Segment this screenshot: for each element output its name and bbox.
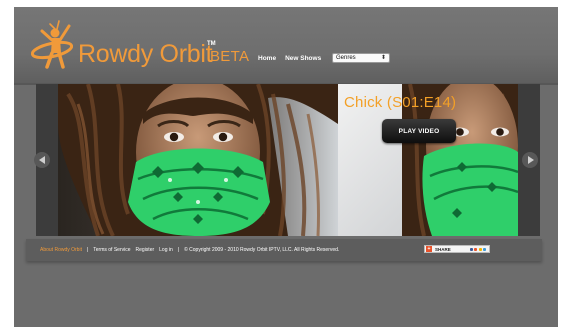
footer-separator: | [86, 247, 89, 253]
share-label: SHARE [435, 246, 451, 252]
play-video-button[interactable]: PLAY VIDEO [382, 119, 456, 143]
genres-select-value: Genres [336, 55, 356, 61]
featured-video-image[interactable] [58, 84, 338, 236]
twitter-icon [483, 247, 486, 251]
carousel-next-button[interactable] [522, 152, 538, 168]
logo-wordmark[interactable]: Rowdy Orbit [78, 41, 213, 67]
footer-links: About Rowdy Orbit | Terms of Service Reg… [40, 247, 339, 253]
carousel-prev-button[interactable] [34, 152, 50, 168]
header: Rowdy Orbit TM BETA Home New Shows Genre… [14, 7, 558, 85]
footer-separator: | [177, 247, 180, 253]
logo-beta-badge: BETA [210, 48, 250, 65]
page: Rowdy Orbit TM BETA Home New Shows Genre… [14, 7, 558, 327]
main-nav: Home New Shows [258, 55, 321, 62]
footer-terms-link[interactable]: Terms of Service [93, 247, 130, 253]
featured-carousel: Chick (S01:E14) PLAY VIDEO [36, 84, 540, 236]
logo-figure-icon [30, 20, 74, 69]
genres-select[interactable]: Genres ⬍ [332, 53, 390, 63]
nav-home[interactable]: Home [258, 55, 276, 62]
chevron-left-icon [38, 156, 45, 164]
footer-about-link[interactable]: About Rowdy Orbit [40, 247, 82, 253]
updown-icon: ⬍ [380, 55, 386, 61]
plus-icon: + [426, 246, 432, 252]
featured-video-title[interactable]: Chick (S01:E14) [344, 94, 456, 111]
bookmark-icon [478, 247, 482, 251]
footer-login-link[interactable]: Log in [159, 247, 173, 253]
footer-copyright: © Copyright 2009 - 2010 Rowdy Orbit IPTV… [184, 247, 340, 253]
logo-trademark: TM [207, 41, 216, 47]
footer-register-link[interactable]: Register [136, 247, 155, 253]
share-button[interactable]: + SHARE [424, 245, 490, 253]
social-icons [469, 247, 486, 251]
digg-icon [474, 247, 477, 251]
footer: About Rowdy Orbit | Terms of Service Reg… [26, 239, 542, 261]
nav-new-shows[interactable]: New Shows [285, 55, 321, 62]
facebook-icon [469, 247, 473, 251]
chevron-right-icon [527, 156, 534, 164]
